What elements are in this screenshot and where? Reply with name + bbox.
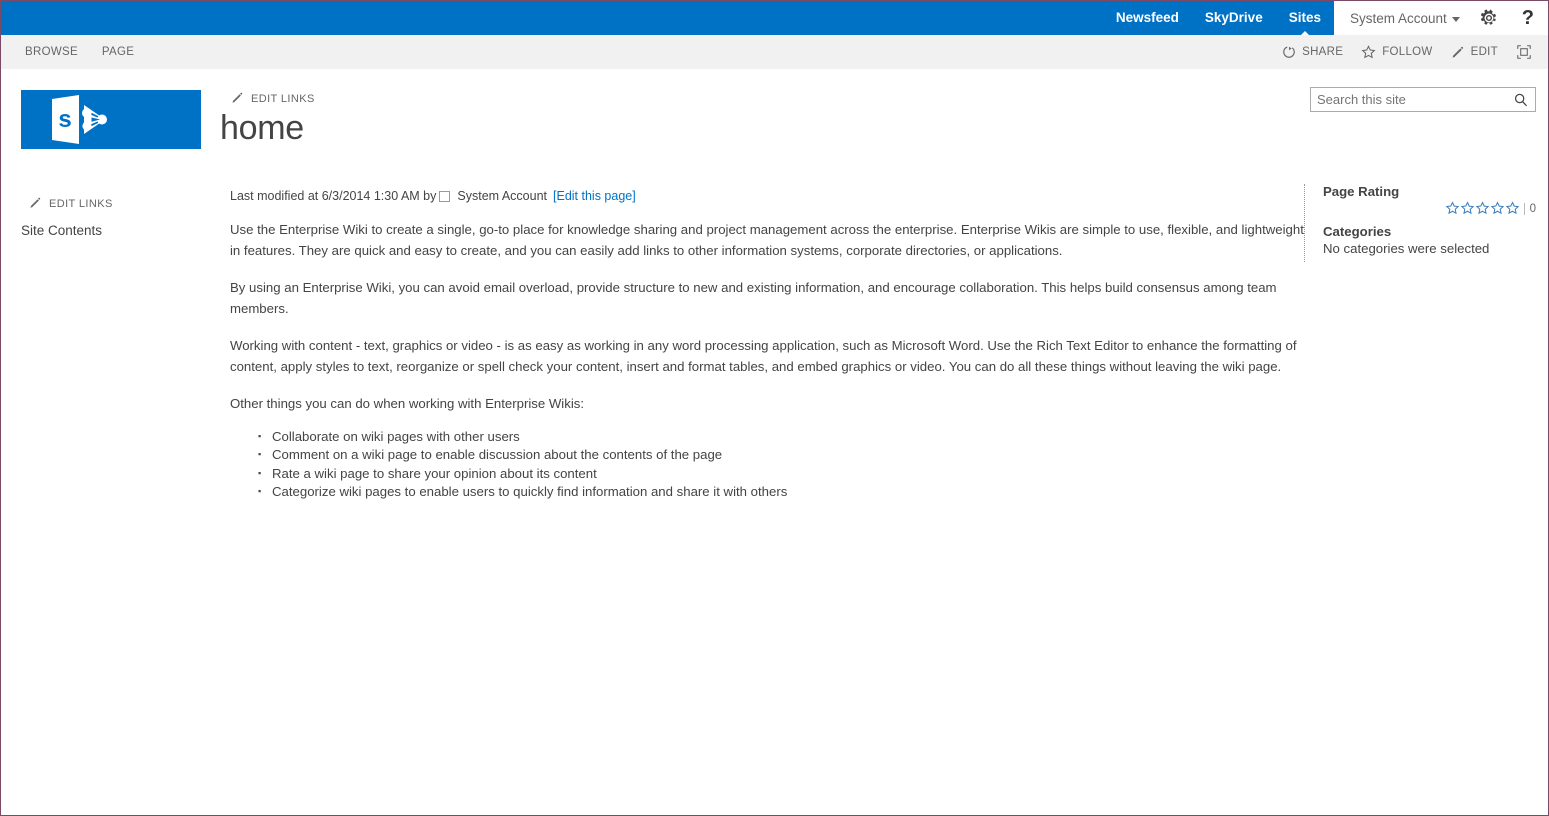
share-label: SHARE bbox=[1302, 46, 1344, 58]
suite-link-skydrive[interactable]: SkyDrive bbox=[1192, 1, 1276, 35]
browser-window: Newsfeed SkyDrive Sites System Account ?… bbox=[0, 0, 1549, 816]
focus-on-content-icon bbox=[1516, 44, 1532, 60]
feature-list: Collaborate on wiki pages with other use… bbox=[230, 427, 1305, 502]
help-icon[interactable]: ? bbox=[1522, 8, 1534, 28]
sharepoint-logo: s bbox=[21, 90, 201, 149]
follow-label: FOLLOW bbox=[1382, 46, 1433, 58]
edit-links-nav[interactable]: EDIT LINKS bbox=[21, 196, 201, 212]
pencil-icon bbox=[1451, 45, 1465, 59]
star-icon bbox=[1361, 44, 1376, 60]
paragraph-1: Use the Enterprise Wiki to create a sing… bbox=[230, 222, 1304, 258]
focus-on-content-button[interactable] bbox=[1507, 44, 1534, 60]
edit-links-top-label: EDIT LINKS bbox=[251, 93, 315, 105]
list-item: Rate a wiki page to share your opinion a… bbox=[258, 464, 1305, 484]
paragraph-4: Other things you can do when working wit… bbox=[230, 396, 585, 411]
search-box bbox=[1310, 87, 1536, 112]
ribbon-bar: BROWSE PAGE SHARE FOLLOW EDIT bbox=[1, 35, 1548, 69]
page-rating-count: 0 bbox=[1523, 202, 1536, 215]
user-account-label: System Account bbox=[1349, 10, 1447, 26]
edit-links-nav-label: EDIT LINKS bbox=[49, 198, 113, 210]
pencil-icon bbox=[29, 196, 42, 212]
search-icon[interactable] bbox=[1507, 88, 1535, 111]
follow-button[interactable]: FOLLOW bbox=[1352, 35, 1441, 69]
list-item: Comment on a wiki page to enable discuss… bbox=[258, 445, 1305, 465]
list-item: Collaborate on wiki pages with other use… bbox=[258, 427, 1305, 447]
suite-link-sites[interactable]: Sites bbox=[1276, 1, 1334, 36]
chevron-down-icon bbox=[1451, 16, 1460, 22]
star-icon[interactable] bbox=[1460, 201, 1475, 216]
share-button[interactable]: SHARE bbox=[1273, 35, 1352, 69]
edit-links-top[interactable]: EDIT LINKS bbox=[231, 91, 315, 107]
page-rating-title: Page Rating bbox=[1323, 184, 1400, 199]
pencil-icon bbox=[231, 91, 244, 107]
site-header: s EDIT LINKS home bbox=[1, 69, 1548, 174]
star-icon[interactable] bbox=[1475, 201, 1490, 216]
list-item: Categorize wiki pages to enable users to… bbox=[258, 482, 1305, 502]
paragraph-2: By using an Enterprise Wiki, you can avo… bbox=[230, 280, 1277, 316]
page-body: EDIT LINKS Site Contents Last modified a… bbox=[1, 174, 1548, 815]
gear-icon[interactable] bbox=[1480, 9, 1498, 27]
last-modified-text: Last modified at 6/3/2014 1:30 AM by bbox=[230, 189, 437, 203]
suite-bar-white-region: System Account ? bbox=[1333, 1, 1548, 35]
ribbon-tab-page[interactable]: PAGE bbox=[90, 35, 146, 69]
star-icon[interactable] bbox=[1505, 201, 1520, 216]
sidebar-item-site-contents[interactable]: Site Contents bbox=[21, 223, 201, 238]
star-icon[interactable] bbox=[1490, 201, 1505, 216]
suite-bar: Newsfeed SkyDrive Sites System Account ? bbox=[1, 1, 1548, 36]
presence-indicator-icon bbox=[439, 190, 451, 202]
last-modified-author: System Account bbox=[457, 189, 548, 203]
left-navigation: EDIT LINKS Site Contents bbox=[21, 196, 201, 238]
page-rating-stars[interactable]: 0 bbox=[1323, 201, 1536, 216]
page-rating-panel: Page Rating 0 Categories No categories w… bbox=[1304, 184, 1536, 262]
wiki-content: Last modified at 6/3/2014 1:30 AM by Sys… bbox=[230, 189, 1305, 502]
user-account-menu[interactable]: System Account bbox=[1350, 11, 1460, 26]
ribbon-tab-browse[interactable]: BROWSE bbox=[13, 35, 90, 69]
edit-button[interactable]: EDIT bbox=[1442, 35, 1507, 69]
categories-title: Categories bbox=[1323, 224, 1392, 239]
categories-value: No categories were selected bbox=[1323, 241, 1490, 256]
ribbon-actions: SHARE FOLLOW EDIT bbox=[1273, 35, 1548, 69]
paragraph-3: Working with content - text, graphics or… bbox=[230, 338, 1297, 374]
share-icon bbox=[1282, 45, 1296, 59]
edit-label: EDIT bbox=[1470, 46, 1498, 58]
edit-this-page-link[interactable]: [Edit this page] bbox=[553, 189, 636, 203]
svg-text:s: s bbox=[58, 106, 71, 133]
star-icon[interactable] bbox=[1445, 201, 1460, 216]
search-input[interactable] bbox=[1311, 92, 1507, 107]
suite-link-newsfeed[interactable]: Newsfeed bbox=[1103, 1, 1192, 35]
suite-bar-blue-region: Newsfeed SkyDrive Sites bbox=[1, 1, 1334, 36]
last-modified-line: Last modified at 6/3/2014 1:30 AM by Sys… bbox=[230, 189, 1305, 203]
page-title: home bbox=[220, 109, 304, 147]
